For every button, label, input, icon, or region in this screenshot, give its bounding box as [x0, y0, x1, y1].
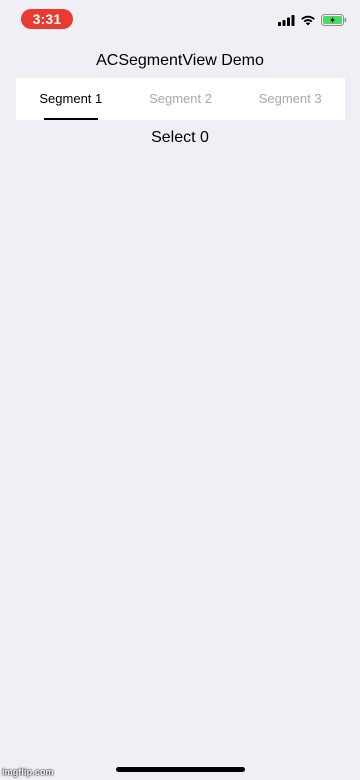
segment-tab-label: Segment 1 [39, 91, 103, 106]
home-indicator[interactable] [116, 767, 245, 772]
segment-tab-1[interactable]: Segment 1 [16, 78, 126, 120]
wifi-icon [300, 14, 316, 26]
segment-selection-indicator [43, 118, 98, 120]
segment-control: Segment 1 Segment 2 Segment 3 [16, 78, 345, 120]
cellular-signal-icon [278, 14, 295, 26]
watermark: imgflip.com [2, 767, 54, 777]
segment-tab-label: Segment 2 [149, 91, 212, 106]
status-icons [278, 13, 347, 27]
segment-tab-2[interactable]: Segment 2 [126, 78, 236, 120]
selected-segment-label: Select 0 [151, 129, 209, 146]
battery-charging-icon [321, 14, 347, 26]
segment-tab-3[interactable]: Segment 3 [235, 78, 345, 120]
status-time[interactable]: 3:31 [21, 9, 73, 29]
page-title: ACSegmentView Demo [96, 52, 264, 69]
status-bar: 3:31 [0, 0, 360, 40]
segment-tab-label: Segment 3 [258, 91, 322, 106]
